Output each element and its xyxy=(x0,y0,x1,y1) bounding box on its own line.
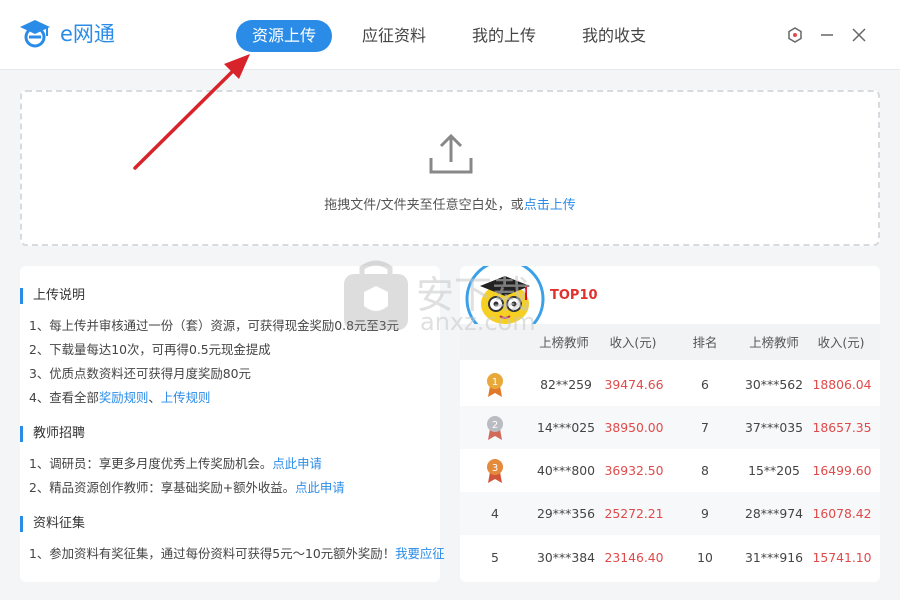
upload-hint: 拖拽文件/文件夹至任意空白处，或点击上传 xyxy=(22,194,878,213)
title-bar: e网通 资源上传 应征资料 我的上传 我的收支 xyxy=(0,0,900,70)
rank-number: 9 xyxy=(701,506,709,521)
tab-applied-materials[interactable]: 应征资料 xyxy=(346,20,442,52)
rank-number: 1 xyxy=(492,377,498,388)
note-line: 1、每上传并审核通过一份（套）资源，可获得现金奖励0.8元至3元 xyxy=(29,318,400,333)
rank-2-medal-icon: 2 xyxy=(472,406,518,449)
minimize-icon[interactable] xyxy=(816,24,838,46)
tab-my-uploads[interactable]: 我的上传 xyxy=(456,20,552,52)
note-line: 4、查看全部奖励规则、上传规则 xyxy=(20,386,440,410)
section-title: 资料征集 xyxy=(20,516,440,532)
teacher-id: 37***035 xyxy=(744,420,803,435)
app-name: e网通 xyxy=(60,22,115,46)
recruit-line: 2、精品资源创作教师：享基础奖励+额外收益。点此申请 xyxy=(20,476,440,500)
table-row: 4 29***356 25272.21 9 28***974 16078.42 xyxy=(460,492,880,535)
recruit-line: 1、调研员：享更多月度优秀上传奖励机会。点此申请 xyxy=(20,452,440,476)
upload-hint-text: 拖拽文件/文件夹至任意空白处，或 xyxy=(324,198,524,213)
collect-text: 1、参加资料有奖征集，通过每份资料可获得5元～10元额外奖励！ xyxy=(29,546,396,561)
info-panel: 上传说明 1、每上传并审核通过一份（套）资源，可获得现金奖励0.8元至3元 2、… xyxy=(20,266,445,582)
recruit-text: 1、调研员：享更多月度优秀上传奖励机会。 xyxy=(29,456,273,471)
teacher-id: 29***356 xyxy=(536,506,595,521)
tab-resource-upload[interactable]: 资源上传 xyxy=(236,20,333,52)
rank-number: 2 xyxy=(492,420,498,431)
table-row: 3 40***800 36932.50 8 15**205 16499.60 xyxy=(460,449,880,492)
income-value: 18657.35 xyxy=(812,420,872,435)
tab-my-income[interactable]: 我的收支 xyxy=(566,20,662,52)
table-row: 2 14***025 38950.00 7 37***035 18657.35 xyxy=(460,406,880,449)
rank-number: 4 xyxy=(491,506,499,521)
teacher-id: 30***562 xyxy=(744,377,803,392)
header-rank: 排名 xyxy=(692,335,718,350)
rank-1-medal-icon: 1 xyxy=(472,363,518,406)
note-text: 4、查看全部 xyxy=(29,390,99,405)
ranking-header-row: 上榜教师 收入(元) 排名 上榜教师 收入(元) xyxy=(460,324,880,360)
section-title: 教师招聘 xyxy=(20,426,440,442)
recruit-text: 2、精品资源创作教师：享基础奖励+额外收益。 xyxy=(29,480,296,495)
graduation-cap-logo-icon xyxy=(20,20,50,48)
upload-icon[interactable] xyxy=(427,132,475,176)
income-value: 18806.04 xyxy=(812,377,872,392)
recruit-section: 教师招聘 1、调研员：享更多月度优秀上传奖励机会。点此申请 2、精品资源创作教师… xyxy=(20,426,440,500)
rank-number: 3 xyxy=(492,463,498,474)
rank-number: 5 xyxy=(491,550,499,565)
income-value: 25272.21 xyxy=(604,506,664,521)
income-value: 39474.66 xyxy=(604,377,664,392)
income-value: 16078.42 xyxy=(812,506,872,521)
app-logo: e网通 xyxy=(18,18,115,48)
collect-section: 资料征集 1、参加资料有奖征集，通过每份资料可获得5元～10元额外奖励！我要应征 xyxy=(20,516,445,566)
upload-drop-zone[interactable]: 拖拽文件/文件夹至任意空白处，或点击上传 xyxy=(20,90,880,246)
settings-hex-icon[interactable] xyxy=(784,24,806,46)
window-controls xyxy=(774,24,870,46)
header-teacher: 上榜教师 xyxy=(749,335,799,350)
teacher-id: 30***384 xyxy=(536,550,595,565)
teacher-id: 28***974 xyxy=(744,506,803,521)
table-row: 1 82**259 39474.66 6 30***562 18806.04 xyxy=(460,363,880,406)
table-row: 5 30***384 23146.40 10 31***916 15741.10 xyxy=(460,536,880,579)
ranking-title: TOP10 xyxy=(550,288,598,303)
income-value: 15741.10 xyxy=(812,550,872,565)
apply-creator-link[interactable]: 点此申请 xyxy=(295,480,345,495)
income-value: 23146.40 xyxy=(604,550,664,565)
teacher-id: 31***916 xyxy=(744,550,803,565)
close-icon[interactable] xyxy=(848,24,870,46)
reward-rules-link[interactable]: 奖励规则 xyxy=(99,390,149,405)
separator: 、 xyxy=(148,390,161,405)
apply-researcher-link[interactable]: 点此申请 xyxy=(272,456,322,471)
teacher-id: 14***025 xyxy=(536,420,595,435)
header-teacher: 上榜教师 xyxy=(539,335,589,350)
ranking-panel: TOP10 上榜教师 收入(元) 排名 上榜教师 收入(元) 1 82**259… xyxy=(460,266,880,582)
header-income: 收入(元) xyxy=(817,335,865,350)
rank-number: 6 xyxy=(701,377,709,392)
rank-number: 10 xyxy=(697,550,713,565)
collect-line: 1、参加资料有奖征集，通过每份资料可获得5元～10元额外奖励！我要应征 xyxy=(20,542,445,566)
note-line: 2、下载量每达10次，可再得0.5元现金提成 xyxy=(29,342,271,357)
income-value: 38950.00 xyxy=(604,420,664,435)
upload-notes-section: 上传说明 1、每上传并审核通过一份（套）资源，可获得现金奖励0.8元至3元 2、… xyxy=(20,288,440,410)
apply-collect-link[interactable]: 我要应征 xyxy=(395,546,445,561)
rank-3-medal-icon: 3 xyxy=(472,449,518,492)
rank-number: 8 xyxy=(701,463,709,478)
teacher-id: 15**205 xyxy=(748,463,800,478)
section-title: 上传说明 xyxy=(20,288,440,304)
teacher-id: 82**259 xyxy=(540,377,592,392)
income-value: 16499.60 xyxy=(812,463,872,478)
income-value: 36932.50 xyxy=(604,463,664,478)
rank-number: 7 xyxy=(701,420,709,435)
header-income: 收入(元) xyxy=(609,335,657,350)
upload-rules-link[interactable]: 上传规则 xyxy=(161,390,211,405)
teacher-id: 40***800 xyxy=(536,463,595,478)
main-tabs: 资源上传 应征资料 我的上传 我的收支 xyxy=(236,20,676,52)
note-line: 3、优质点数资料还可获得月度奖励80元 xyxy=(29,366,251,381)
click-upload-link[interactable]: 点击上传 xyxy=(524,198,576,213)
